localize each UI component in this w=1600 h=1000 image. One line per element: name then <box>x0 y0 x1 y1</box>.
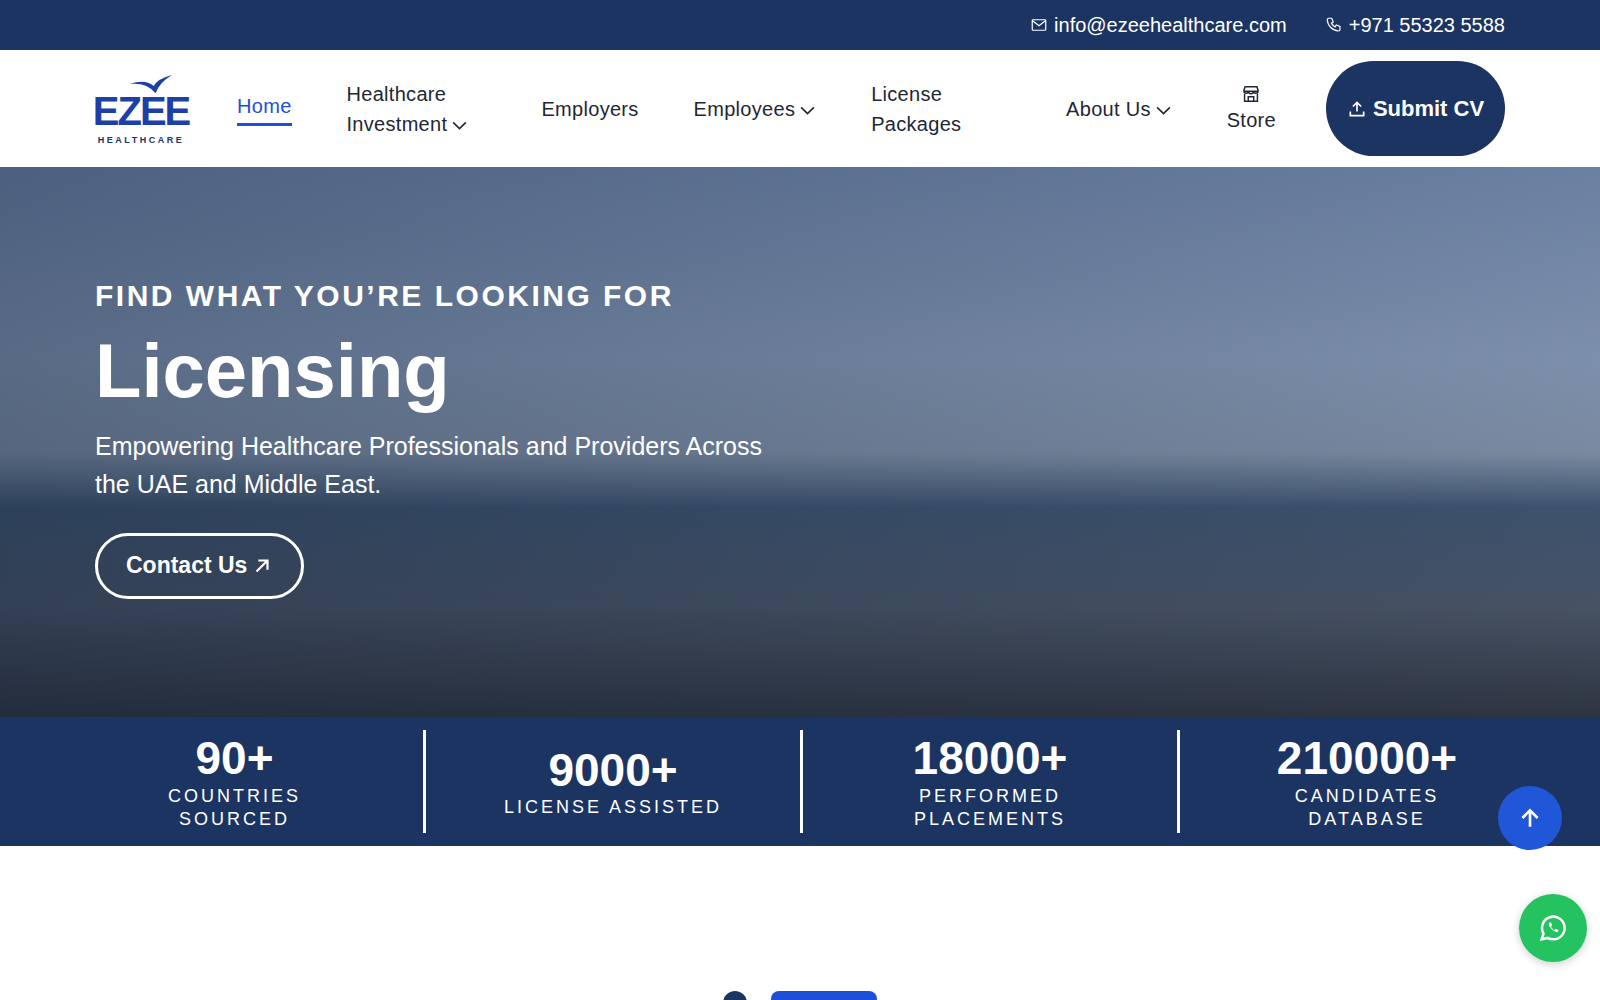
main-nav: EZEEHEALTHCARE Home Healthcare Investment E… <box>0 50 1600 167</box>
logo[interactable]: EZEEHEALTHCARE <box>95 73 187 145</box>
chevron-down-icon <box>1155 102 1172 119</box>
whatsapp-button[interactable] <box>1519 894 1587 962</box>
email-link[interactable]: info@ezeehealthcare.com <box>1030 14 1287 37</box>
phone-link[interactable]: +971 55323 5588 <box>1325 14 1505 37</box>
nav-item[interactable]: Employees <box>694 94 817 124</box>
arrow-up-right-icon <box>251 555 273 577</box>
nav-item[interactable]: Healthcare Investment <box>347 79 487 139</box>
stat-label: LICENSE ASSISTED <box>504 796 722 819</box>
store-icon <box>1240 83 1262 105</box>
carousel-indicators <box>0 991 1600 1000</box>
phone-icon <box>1325 16 1343 34</box>
hero-subtitle: Empowering Healthcare Professionals and … <box>95 427 795 503</box>
content-section <box>0 846 1600 1000</box>
nav-menu: Home Healthcare Investment Employers Employ… <box>237 79 1326 139</box>
nav-item[interactable]: About Us <box>1066 94 1172 124</box>
contact-us-button[interactable]: Contact Us <box>95 533 304 599</box>
stat-item: 90+COUNTRIES SOURCED <box>46 730 423 833</box>
stat-label: PERFORMED PLACEMENTS <box>870 785 1110 831</box>
nav-item[interactable]: Home <box>237 91 292 126</box>
nav-item[interactable]: License Packages <box>871 79 1011 139</box>
stat-value: 9000+ <box>548 744 677 797</box>
carousel-dot[interactable] <box>771 991 877 1000</box>
scroll-top-button[interactable] <box>1498 786 1562 850</box>
stat-item: 9000+LICENSE ASSISTED <box>423 730 800 833</box>
hero-title: Licensing <box>95 331 795 411</box>
arrow-up-icon <box>1517 805 1543 831</box>
upload-icon <box>1347 99 1367 119</box>
nav-item[interactable]: Store <box>1227 83 1276 135</box>
carousel-dot[interactable] <box>723 991 747 1000</box>
hero-eyebrow: FIND WHAT YOU’RE LOOKING FOR <box>95 279 795 313</box>
whatsapp-icon <box>1536 911 1570 945</box>
nav-item[interactable]: Employers <box>541 94 638 124</box>
stat-label: CANDIDATES DATABASE <box>1247 785 1487 831</box>
hero-content: FIND WHAT YOU’RE LOOKING FOR Licensing Emp… <box>0 167 890 599</box>
stat-value: 210000+ <box>1277 732 1457 785</box>
hero-banner: FIND WHAT YOU’RE LOOKING FOR Licensing Emp… <box>0 167 1600 717</box>
stat-value: 18000+ <box>913 732 1068 785</box>
envelope-icon <box>1030 16 1048 34</box>
page: info@ezeehealthcare.com +971 55323 5588 EZ… <box>0 0 1600 1000</box>
submit-cv-button[interactable]: Submit CV <box>1326 61 1505 156</box>
stat-value: 90+ <box>195 732 273 785</box>
stat-label: COUNTRIES SOURCED <box>115 785 355 831</box>
chevron-down-icon <box>451 117 468 134</box>
top-bar: info@ezeehealthcare.com +971 55323 5588 <box>0 0 1600 50</box>
stats-bar: 90+COUNTRIES SOURCED9000+LICENSE ASSISTE… <box>0 717 1600 846</box>
stat-item: 18000+PERFORMED PLACEMENTS <box>800 730 1177 833</box>
chevron-down-icon <box>799 102 816 119</box>
